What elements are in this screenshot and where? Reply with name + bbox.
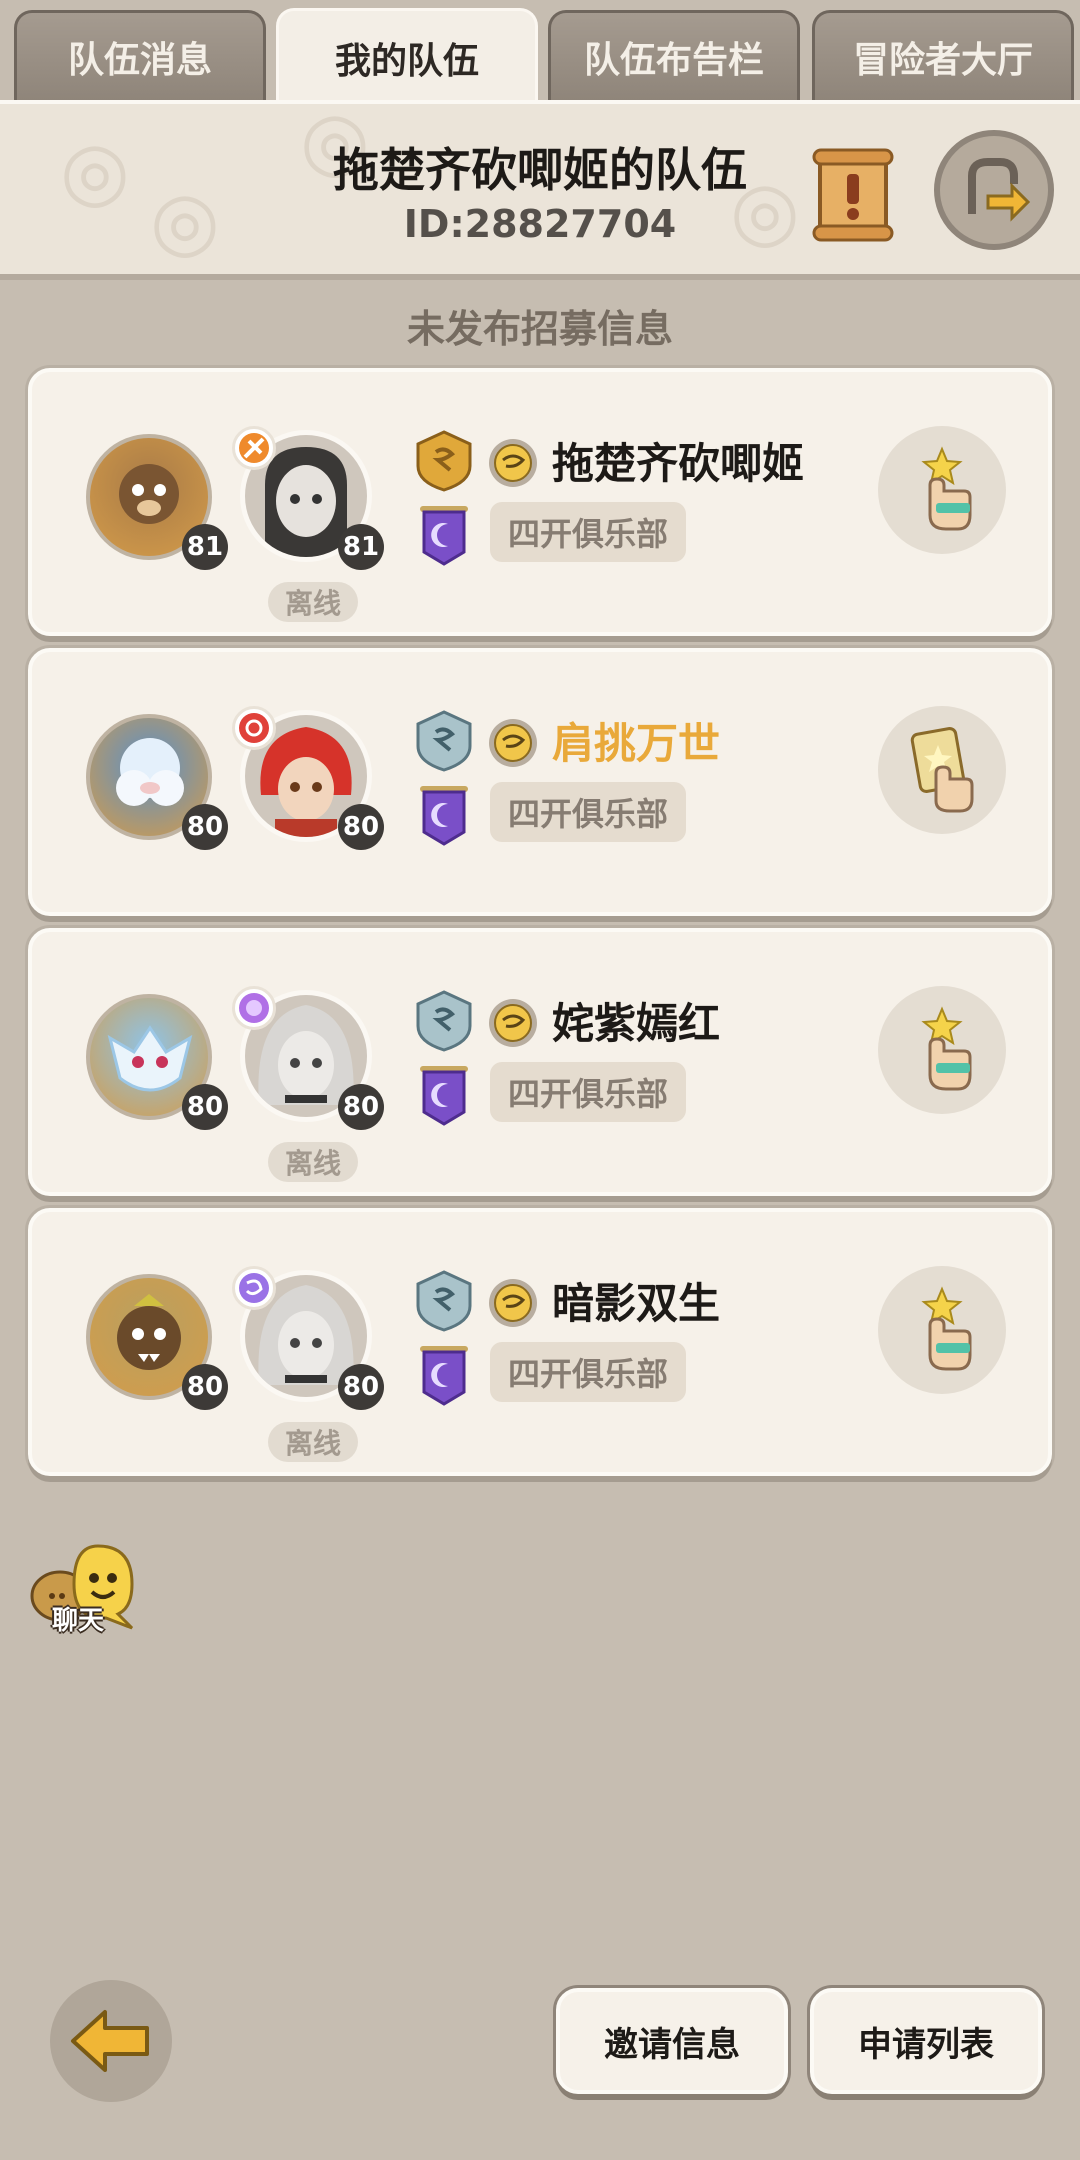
tab-label: 我的队伍	[334, 40, 479, 82]
rank-silver-icon	[416, 710, 472, 772]
pet-level-badge: 81	[182, 524, 228, 570]
guild-banner-icon	[420, 1346, 468, 1406]
hero-level-badge: 80	[338, 1364, 384, 1410]
hero-level-badge: 80	[338, 804, 384, 850]
star-hand-icon	[921, 446, 972, 531]
member-card[interactable]: 80 80 离线 姹紫嫣红 四开俱乐部	[28, 928, 1052, 1196]
pet-level-badge: 80	[182, 804, 228, 850]
apply-list-button[interactable]: 申请列表	[810, 1988, 1042, 2094]
assign-role-button[interactable]	[878, 426, 1006, 554]
member-card[interactable]: 80 80 肩挑万世 四开俱乐部	[28, 648, 1052, 916]
guild-banner-icon	[420, 506, 468, 566]
player-name: 姹紫嫣红	[552, 999, 721, 1048]
class-icon	[232, 1266, 276, 1310]
tab-bar: 队伍消息 我的队伍 队伍布告栏 冒险者大厅	[0, 0, 1080, 104]
assign-role-button[interactable]	[878, 1266, 1006, 1394]
guild-name-badge: 四开俱乐部	[490, 782, 687, 842]
hero-level-badge: 81	[338, 524, 384, 570]
team-name: 拖楚齐砍唧姬的队伍	[333, 143, 747, 197]
guild-name-badge: 四开俱乐部	[490, 502, 687, 562]
tab-my-team[interactable]: 我的队伍	[276, 8, 538, 104]
tab-label: 冒险者大厅	[852, 39, 1033, 81]
notice-scroll-icon[interactable]	[810, 144, 900, 244]
hero-level-badge: 80	[338, 1084, 384, 1130]
title-medal-icon	[489, 1279, 537, 1327]
pet-level-badge: 80	[182, 1364, 228, 1410]
recruit-status: 未发布招募信息	[406, 307, 673, 351]
title-medal-icon	[489, 719, 537, 767]
class-icon	[232, 426, 276, 470]
back-arrow-icon	[71, 2010, 149, 2072]
pet-level-badge: 80	[182, 1084, 228, 1130]
title-medal-icon	[489, 999, 537, 1047]
tab-adventurer-hall[interactable]: 冒险者大厅	[812, 10, 1074, 100]
chat-label[interactable]: 聊天	[28, 1600, 128, 1637]
offline-badge: 离线	[268, 1422, 358, 1462]
member-card[interactable]: 80 80 离线 暗影双生 四开俱乐部	[28, 1208, 1052, 1476]
star-hand-icon	[921, 1286, 972, 1371]
guild-name-badge: 四开俱乐部	[490, 1062, 687, 1122]
assign-role-button[interactable]	[878, 986, 1006, 1114]
exit-door-icon	[968, 158, 1031, 222]
leave-team-button[interactable]	[934, 130, 1054, 250]
guild-banner-icon	[420, 786, 468, 846]
title-medal-icon	[489, 439, 537, 487]
tab-label: 队伍消息	[67, 39, 212, 81]
guild-banner-icon	[420, 1066, 468, 1126]
class-icon	[232, 986, 276, 1030]
rank-silver-icon	[416, 1270, 472, 1332]
tab-team-messages[interactable]: 队伍消息	[14, 10, 266, 100]
team-id: ID:28827704	[403, 202, 677, 246]
team-header: ◎ ◎ ◎ ◎ 拖楚齐砍唧姬的队伍 ID:28827704	[0, 100, 1080, 280]
player-name: 肩挑万世	[552, 719, 721, 768]
offline-badge: 离线	[268, 1142, 358, 1182]
player-name: 暗影双生	[552, 1279, 721, 1328]
rank-gold-icon	[416, 430, 472, 492]
rank-silver-icon	[416, 990, 472, 1052]
star-hand-icon	[921, 1006, 972, 1091]
tab-label: 队伍布告栏	[583, 39, 764, 81]
card-hand-icon	[910, 727, 974, 813]
class-icon	[232, 706, 276, 750]
player-name: 拖楚齐砍唧姬	[552, 439, 805, 488]
tab-team-bulletin[interactable]: 队伍布告栏	[548, 10, 800, 100]
back-button[interactable]	[50, 1980, 172, 2102]
member-card[interactable]: 81 81 离线 拖楚齐砍唧姬 四开俱乐部	[28, 368, 1052, 636]
offline-badge: 离线	[268, 582, 358, 622]
leader-card-button[interactable]	[878, 706, 1006, 834]
invite-info-button[interactable]: 邀请信息	[556, 1988, 788, 2094]
guild-name-badge: 四开俱乐部	[490, 1342, 687, 1402]
